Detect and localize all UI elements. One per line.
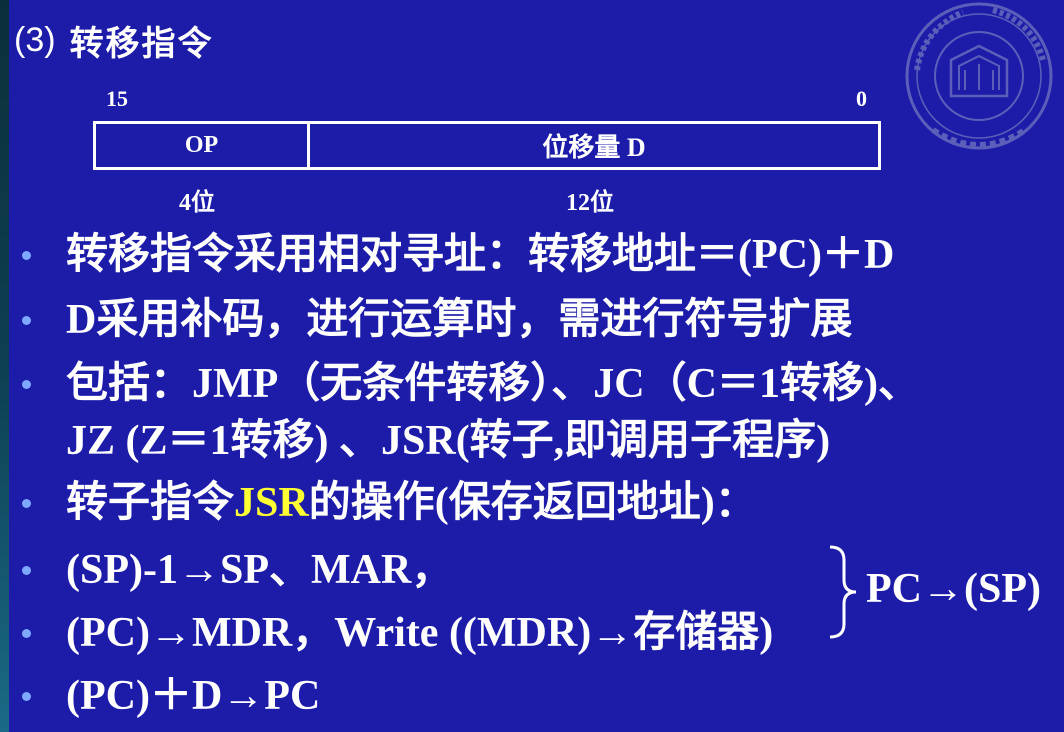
- op-field: OP: [96, 124, 310, 167]
- brace-result-label: PC→(SP): [866, 566, 1041, 612]
- bit-high-label: 15: [106, 86, 128, 111]
- bullet-jump-types-continued: JZ (Z＝1转移) 、JSR(转子,即调用子程序): [66, 418, 831, 464]
- bullet-sign-extension: D采用补码，进行运算时，需进行符号扩展: [66, 297, 853, 343]
- bullet-jump-types: 包括：JMP（无条件转移）、JC（C＝1转移)、: [66, 361, 920, 407]
- bullet-dot: [22, 566, 31, 575]
- university-seal-icon: [905, 2, 1053, 150]
- bullet-sp-decrement: (SP)-1→SP、MAR，: [66, 547, 454, 593]
- bullet-dot: [22, 499, 31, 508]
- displacement-field: 位移量 D: [542, 133, 646, 162]
- jsr-suffix: 的操作(保存返回地址)：: [308, 480, 757, 526]
- bullet-dot: [22, 629, 31, 638]
- right-brace-icon: [829, 545, 857, 639]
- bullet-pc-write: (PC)→MDR，Write ((MDR)→存储器): [66, 610, 774, 656]
- section-number: (3): [14, 20, 56, 59]
- bullet-relative-addressing: 转移指令采用相对寻址：转移地址＝(PC)＋D: [66, 232, 895, 278]
- instruction-format-table: OP 位移量 D: [93, 121, 881, 170]
- bullet-jsr-operation: 转子指令JSR的操作(保存返回地址)：: [66, 478, 757, 528]
- displacement-width-label: 12位: [566, 190, 614, 216]
- bullet-dot: [22, 692, 31, 701]
- op-width-label: 4位: [179, 190, 215, 216]
- bit-low-label: 0: [856, 86, 867, 111]
- slide-title: (3) 转移指令: [14, 14, 214, 66]
- bullet-dot: [22, 316, 31, 325]
- bullet-dot: [22, 380, 31, 389]
- title-text: 转移指令: [69, 25, 214, 63]
- jsr-prefix: 转子指令: [66, 480, 235, 526]
- bullet-pc-update: (PC)＋D→PC: [66, 673, 321, 719]
- bullet-dot: [22, 251, 31, 260]
- left-accent-strip: [0, 0, 9, 732]
- jsr-highlight: JSR: [234, 480, 309, 526]
